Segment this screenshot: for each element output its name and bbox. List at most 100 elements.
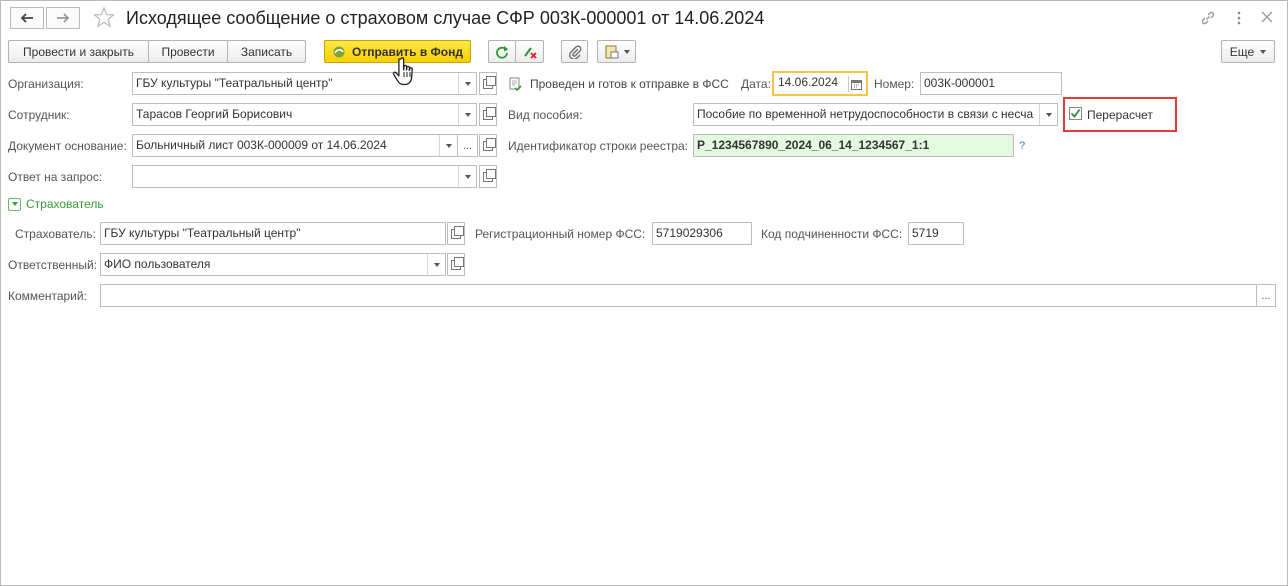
open-icon [483, 137, 496, 151]
kebab-icon[interactable] [1236, 10, 1242, 26]
basis-select-button[interactable]: ... [457, 134, 478, 157]
benefit-value: Пособие по временной нетрудоспособности … [697, 107, 1034, 121]
refresh-icon [496, 45, 508, 59]
reg-number-value: 5719029306 [656, 226, 723, 240]
responsible-open-button[interactable] [447, 253, 465, 276]
save-button[interactable]: Записать [227, 40, 306, 63]
basis-field[interactable]: Больничный лист 003К-000009 от 14.06.202… [132, 134, 458, 157]
insurer-open-button[interactable] [447, 222, 465, 245]
date-value: 14.06.2024 [778, 75, 839, 89]
org-label: Организация: [8, 77, 84, 91]
reg-number-label: Регистрационный номер ФСС: [475, 227, 646, 241]
paperclip-icon [568, 45, 581, 59]
chevron-down-icon [464, 81, 471, 86]
link-icon[interactable] [1200, 10, 1216, 26]
clear-posting-icon [523, 46, 537, 59]
responsible-label: Ответственный: [8, 258, 98, 272]
registry-value: P_1234567890_2024_06_14_1234567_1:1 [697, 138, 930, 152]
open-icon [483, 168, 496, 182]
chevron-down-icon [1045, 112, 1052, 117]
comment-expand-button[interactable]: ... [1256, 284, 1276, 307]
close-icon[interactable] [1261, 11, 1273, 23]
benefit-field[interactable]: Пособие по временной нетрудоспособности … [693, 103, 1058, 126]
recalc-label[interactable]: Перерасчет [1087, 107, 1153, 123]
comment-label: Комментарий: [8, 289, 87, 303]
sub-code-field[interactable]: 5719 [908, 222, 964, 245]
basis-open-button[interactable] [479, 134, 497, 157]
more-button[interactable]: Еще [1221, 40, 1275, 63]
registry-field[interactable]: P_1234567890_2024_06_14_1234567_1:1 [693, 134, 1014, 157]
employee-dropdown[interactable] [458, 104, 476, 125]
responsible-field[interactable]: ФИО пользователя [100, 253, 446, 276]
benefit-label: Вид пособия: [508, 108, 583, 122]
date-field[interactable]: 14.06.2024 [772, 71, 868, 96]
employee-label: Сотрудник: [8, 108, 70, 122]
print-icon [605, 45, 618, 58]
attach-button[interactable] [561, 40, 588, 63]
reply-label: Ответ на запрос: [8, 170, 103, 184]
more-label: Еще [1229, 44, 1255, 59]
org-open-button[interactable] [479, 72, 497, 95]
reply-open-button[interactable] [479, 165, 497, 188]
basis-label: Документ основание: [8, 139, 127, 153]
insurer-value: ГБУ культуры "Театральный центр" [104, 226, 301, 240]
chevron-down-icon [445, 143, 452, 148]
responsible-value: ФИО пользователя [104, 257, 211, 271]
chevron-down-icon [464, 174, 471, 179]
open-icon [483, 75, 496, 89]
post-and-close-button[interactable]: Провести и закрыть [8, 40, 149, 63]
status-text: Проведен и готов к отправке в ФСС [530, 77, 729, 91]
back-button[interactable] [10, 7, 44, 29]
back-arrow-icon [20, 13, 33, 23]
open-icon [483, 106, 496, 120]
basis-dropdown[interactable] [439, 135, 457, 156]
benefit-dropdown[interactable] [1039, 104, 1057, 125]
open-icon [451, 225, 464, 239]
refresh-button[interactable] [488, 40, 516, 63]
basis-value: Больничный лист 003К-000009 от 14.06.202… [136, 138, 387, 152]
fund-send-icon [333, 46, 345, 57]
sub-code-value: 5719 [912, 226, 939, 240]
clear-posting-button[interactable] [515, 40, 544, 63]
star-icon[interactable] [93, 7, 115, 28]
page-title: Исходящее сообщение о страховом случае С… [126, 8, 765, 28]
insurer-section-toggle[interactable]: Страхователь [8, 197, 104, 211]
org-field[interactable]: ГБУ культуры "Театральный центр" [132, 72, 477, 95]
posted-document-icon [509, 77, 522, 91]
date-label: Дата: [741, 77, 771, 91]
insurer-field[interactable]: ГБУ культуры "Театральный центр" [100, 222, 446, 245]
post-button[interactable]: Провести [148, 40, 228, 63]
responsible-dropdown[interactable] [427, 254, 445, 275]
calendar-icon [851, 79, 862, 90]
sub-code-label: Код подчиненности ФСС: [761, 227, 903, 241]
chevron-down-icon [464, 112, 471, 117]
number-label: Номер: [874, 77, 915, 91]
calendar-button[interactable] [848, 76, 864, 92]
insurer-section-header: Страхователь [26, 197, 104, 211]
employee-value: Тарасов Георгий Борисович [136, 107, 293, 121]
registry-label: Идентификатор строки реестра: [508, 139, 688, 153]
chevron-down-icon [433, 262, 440, 267]
number-value: 003К-000001 [924, 76, 996, 90]
reply-field[interactable] [132, 165, 477, 188]
collapse-icon [8, 197, 21, 211]
hand-cursor-icon [392, 57, 413, 86]
reply-dropdown[interactable] [458, 166, 476, 187]
print-menu-button[interactable] [597, 40, 636, 63]
comment-field[interactable] [100, 284, 1257, 307]
org-value: ГБУ культуры "Театральный центр" [136, 76, 333, 90]
checkmark-icon [1070, 108, 1081, 118]
ellipsis-icon: ... [1261, 289, 1271, 302]
forward-arrow-icon [57, 13, 70, 23]
number-field[interactable]: 003К-000001 [920, 72, 1062, 95]
employee-field[interactable]: Тарасов Георгий Борисович [132, 103, 477, 126]
insurer-label: Страхователь: [15, 227, 96, 241]
help-link[interactable]: ? [1019, 138, 1025, 154]
ellipsis-icon: ... [462, 139, 473, 152]
employee-open-button[interactable] [479, 103, 497, 126]
forward-button[interactable] [46, 7, 80, 29]
org-dropdown[interactable] [458, 73, 476, 94]
recalc-checkbox[interactable] [1069, 107, 1082, 120]
reg-number-field[interactable]: 5719029306 [652, 222, 752, 245]
open-icon [451, 256, 464, 270]
